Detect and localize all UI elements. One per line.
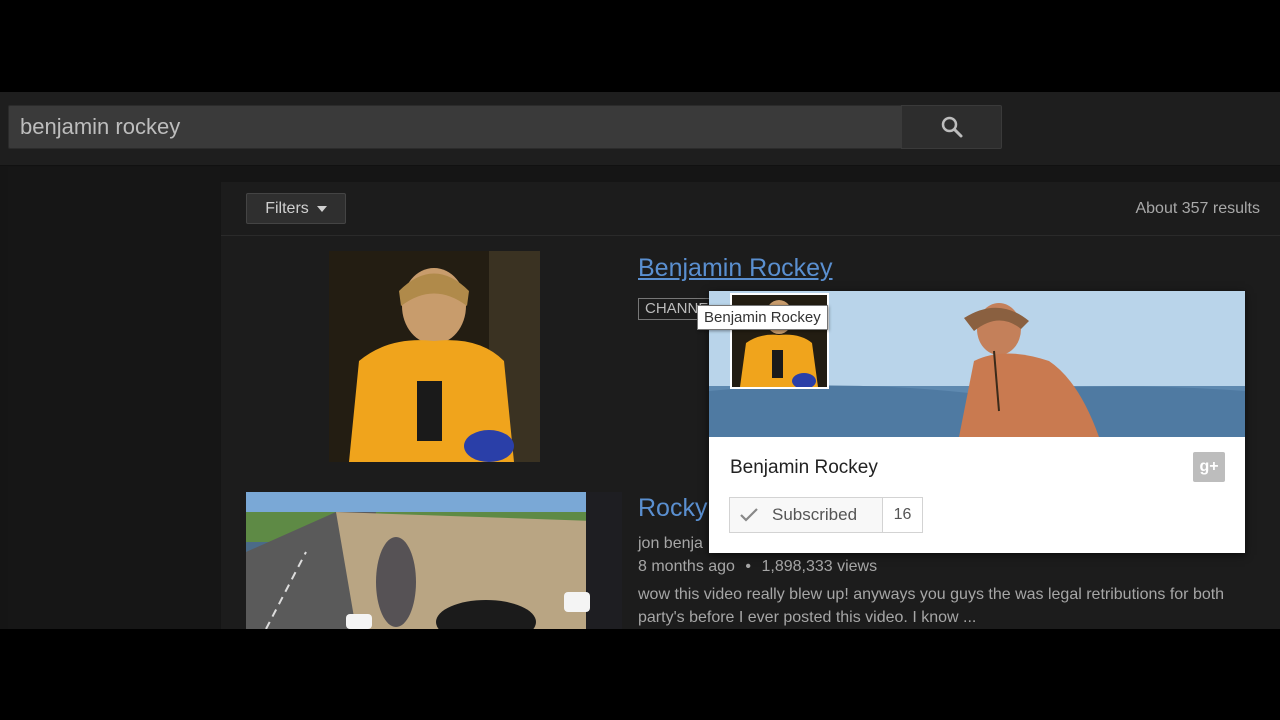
results-toolbar: Filters About 357 results (221, 182, 1280, 236)
letterbox-bottom (0, 629, 1280, 720)
search-input[interactable] (9, 106, 901, 148)
filters-button[interactable]: Filters (246, 193, 346, 224)
search-box[interactable] (8, 105, 902, 149)
channel-title-link[interactable]: Benjamin Rockey (638, 254, 833, 283)
video-description: wow this video really blew up! anyways y… (638, 586, 1225, 626)
letterbox-top (0, 0, 1280, 92)
hovercard-channel-name[interactable]: Benjamin Rockey (730, 457, 878, 479)
masthead (0, 92, 1280, 166)
search-icon (941, 116, 962, 138)
search-button[interactable] (901, 105, 1002, 149)
subscriber-count: 16 (883, 497, 923, 533)
checkmark-icon (740, 508, 758, 522)
filters-label: Filters (265, 199, 309, 217)
tooltip: Benjamin Rockey (697, 305, 828, 330)
channel-hovercard: Benjamin Rockey g+ Subscribed 16 (709, 291, 1245, 553)
youtube-page: Filters About 357 results Benjamin Rocke… (0, 92, 1280, 629)
google-plus-icon[interactable]: g+ (1193, 452, 1225, 482)
video-title-link[interactable]: Rocky (638, 494, 707, 523)
subscribed-label: Subscribed (772, 505, 858, 524)
video-channel-name[interactable]: jon benja (638, 535, 703, 553)
subscribed-button[interactable]: Subscribed (729, 497, 883, 533)
video-age: 8 months ago (638, 558, 735, 575)
video-views: 1,898,333 views (761, 558, 878, 575)
video-meta: 8 months ago • 1,898,333 views (638, 558, 877, 576)
caret-down-icon (316, 205, 327, 212)
left-nav (8, 167, 220, 629)
video-thumbnail[interactable] (246, 492, 622, 629)
results-count: About 357 results (1135, 200, 1260, 217)
channel-thumbnail[interactable] (329, 251, 540, 462)
meta-separator: • (745, 558, 752, 575)
